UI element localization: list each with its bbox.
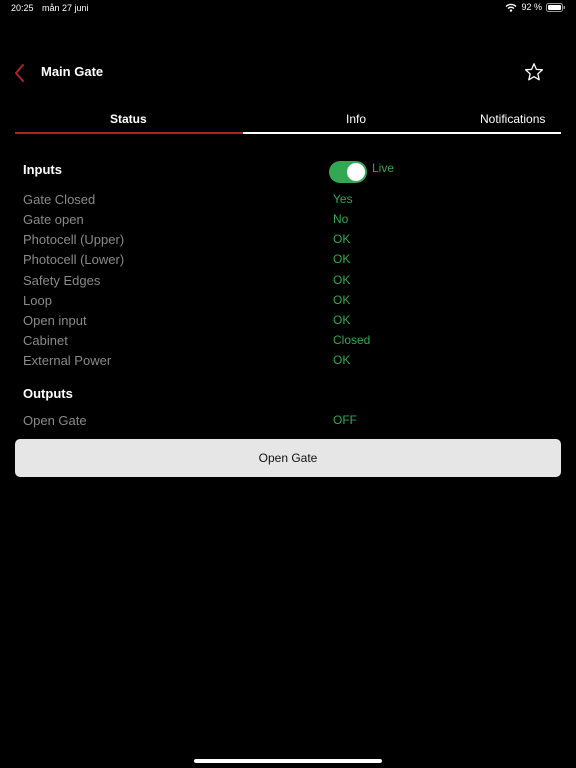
inputs-heading: Inputs — [23, 162, 62, 177]
live-label: Live — [372, 161, 395, 175]
input-label-photocell-lower: Photocell (Lower) — [23, 252, 125, 267]
tab-status[interactable]: Status — [110, 112, 147, 126]
input-value-photocell-upper: OK — [333, 232, 351, 246]
live-toggle[interactable] — [329, 161, 367, 183]
star-icon — [523, 63, 545, 87]
outputs-heading: Outputs — [23, 386, 73, 401]
chevron-left-icon — [12, 64, 32, 88]
input-value-cabinet: Closed — [333, 333, 371, 347]
open-gate-button[interactable]: Open Gate — [15, 439, 561, 477]
favorite-button[interactable] — [523, 61, 545, 83]
input-value-open-input: OK — [333, 313, 351, 327]
status-time: 20:25 — [11, 3, 34, 13]
status-right: 92 % — [505, 2, 566, 12]
output-value-open-gate: OFF — [333, 413, 357, 427]
wifi-icon — [505, 3, 517, 12]
tab-selected-indicator — [15, 132, 243, 134]
tab-notifications[interactable]: Notifications — [480, 112, 545, 126]
input-label-gate-closed: Gate Closed — [23, 192, 96, 207]
input-label-gate-open: Gate open — [23, 212, 84, 227]
segment-tabs: Status Info Notifications — [15, 108, 561, 134]
status-date: mån 27 juni — [42, 3, 89, 13]
input-value-gate-closed: Yes — [333, 192, 353, 206]
input-value-loop: OK — [333, 293, 351, 307]
page-title: Main Gate — [41, 64, 104, 79]
input-value-external-power: OK — [333, 353, 351, 367]
input-label-external-power: External Power — [23, 353, 112, 368]
input-label-cabinet: Cabinet — [23, 333, 68, 348]
input-value-gate-open: No — [333, 212, 349, 226]
navigation-bar: Main Gate — [0, 58, 576, 86]
battery-percent: 92 % — [521, 2, 542, 12]
input-value-safety-edges: OK — [333, 273, 351, 287]
battery-icon — [546, 2, 566, 12]
toggle-knob — [347, 163, 365, 181]
input-label-photocell-upper: Photocell (Upper) — [23, 232, 125, 247]
status-bar: 20:25 mån 27 juni 92 % — [0, 0, 576, 16]
back-button[interactable] — [12, 62, 32, 84]
input-label-safety-edges: Safety Edges — [23, 273, 101, 288]
tab-info[interactable]: Info — [346, 112, 366, 126]
input-value-photocell-lower: OK — [333, 252, 351, 266]
input-label-loop: Loop — [23, 293, 52, 308]
input-label-open-input: Open input — [23, 313, 87, 328]
home-indicator[interactable] — [194, 759, 382, 763]
output-label-open-gate: Open Gate — [23, 413, 87, 428]
